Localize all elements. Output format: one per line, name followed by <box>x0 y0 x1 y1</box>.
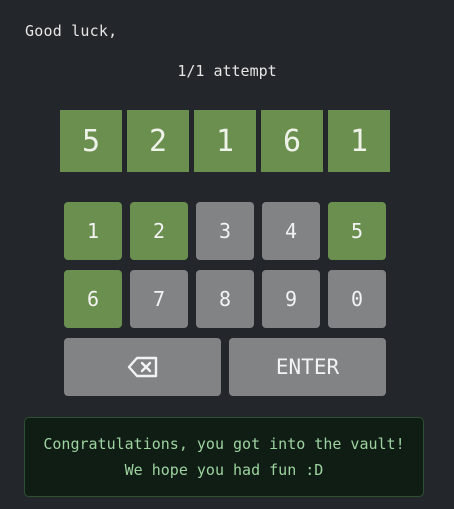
enter-button[interactable]: ENTER <box>229 338 386 396</box>
key-9[interactable]: 9 <box>262 270 320 328</box>
key-1[interactable]: 1 <box>64 202 122 260</box>
code-digit-3: 1 <box>194 110 256 172</box>
code-digit-4: 6 <box>261 110 323 172</box>
backspace-button[interactable] <box>64 338 221 396</box>
code-digit-5: 1 <box>328 110 390 172</box>
backspace-icon <box>127 356 157 378</box>
key-5[interactable]: 5 <box>328 202 386 260</box>
key-8[interactable]: 8 <box>196 270 254 328</box>
key-0[interactable]: 0 <box>328 270 386 328</box>
greeting-text: Good luck, <box>25 22 118 40</box>
success-message-line-1: Congratulations, you got into the vault! <box>43 435 405 453</box>
key-4[interactable]: 4 <box>262 202 320 260</box>
attempts-counter: 1/1 attempt <box>177 62 277 80</box>
key-7[interactable]: 7 <box>130 270 188 328</box>
code-digit-2: 2 <box>127 110 189 172</box>
success-message: Congratulations, you got into the vault!… <box>24 417 424 497</box>
key-6[interactable]: 6 <box>64 270 122 328</box>
code-digit-1: 5 <box>60 110 122 172</box>
code-display: 5 2 1 6 1 <box>60 110 390 172</box>
success-message-line-2: We hope you had fun :D <box>124 461 324 479</box>
key-2[interactable]: 2 <box>130 202 188 260</box>
key-3[interactable]: 3 <box>196 202 254 260</box>
